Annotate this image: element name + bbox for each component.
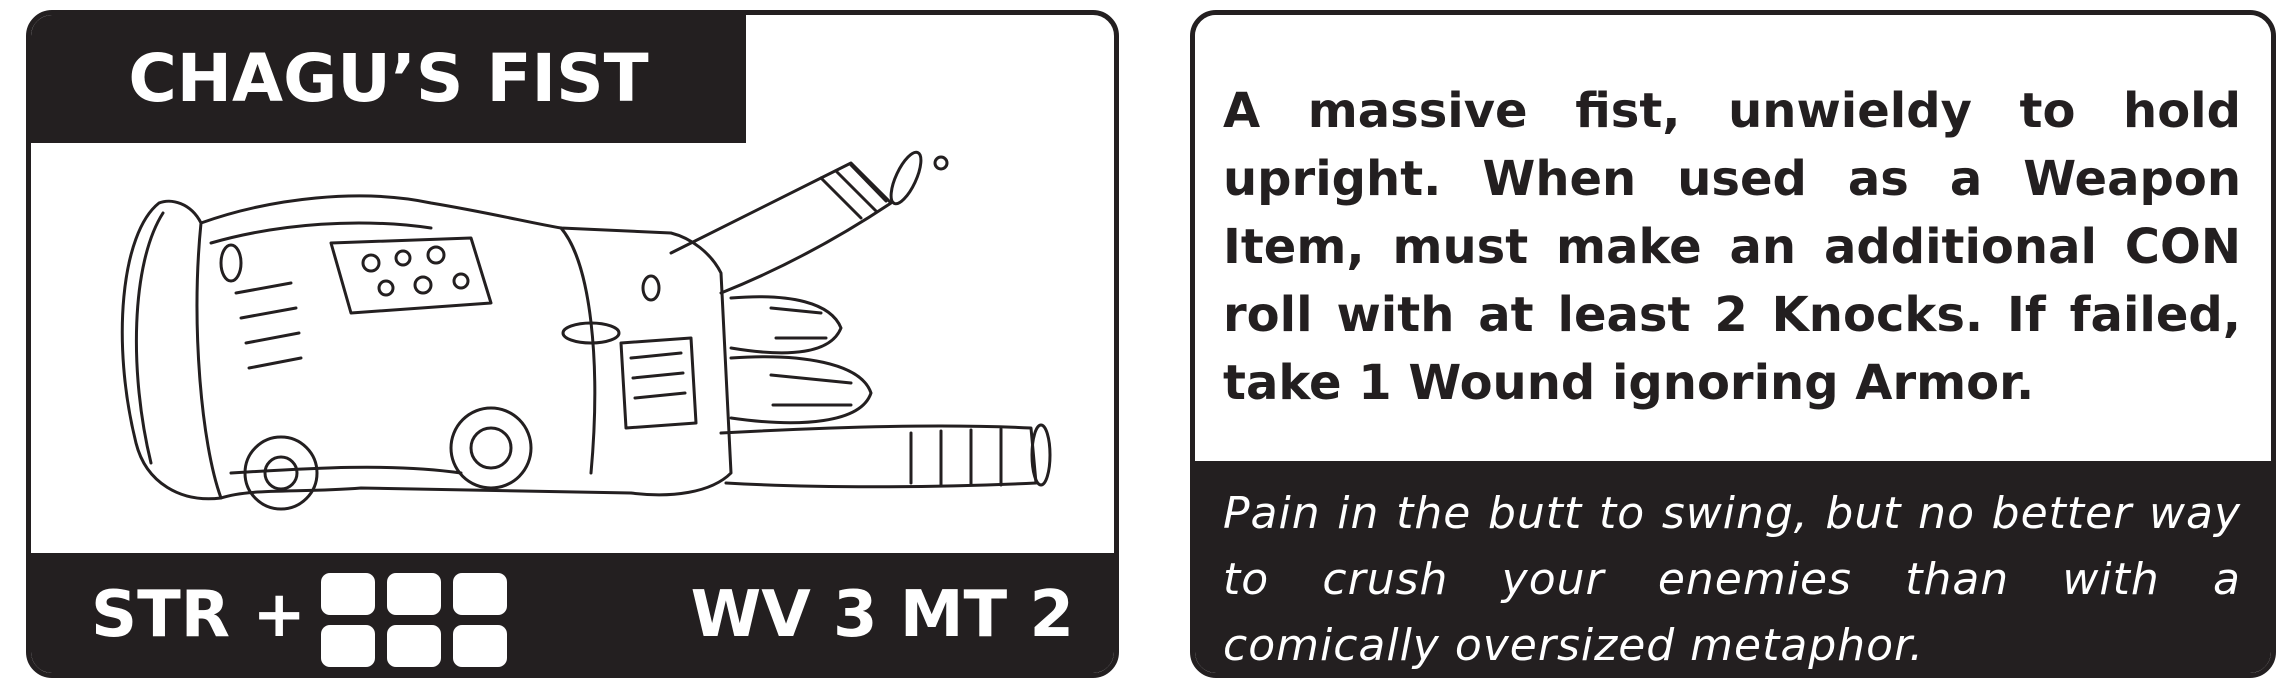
stat-values: WV 3 MT 2 <box>690 578 1074 652</box>
stat-pips <box>321 573 511 667</box>
card-title: CHAGU’S FIST <box>128 40 649 117</box>
flavor-panel: Pain in the butt to swing, but no better… <box>1195 461 2271 673</box>
item-description: A massive fist, unwieldy to hold upright… <box>1223 83 2241 411</box>
stat-pip <box>387 625 441 667</box>
stat-label: STR + <box>91 578 306 652</box>
title-bar: CHAGU’S FIST <box>31 15 746 143</box>
item-card-back: A massive fist, unwieldy to hold upright… <box>1190 10 2276 678</box>
flavor-text: Pain in the butt to swing, but no better… <box>1223 488 2241 671</box>
stat-pip <box>321 625 375 667</box>
stat-bar: STR + WV 3 MT 2 <box>31 553 1114 673</box>
gauntlet-fist-sketch-icon <box>120 150 1052 511</box>
stat-pip <box>321 573 375 615</box>
item-illustration <box>31 143 1114 553</box>
stat-pip <box>387 573 441 615</box>
stat-pip <box>453 573 507 615</box>
stat-pip <box>453 625 507 667</box>
item-card-front: CHAGU’S FIST STR + WV 3 MT 2 <box>26 10 1119 678</box>
description-panel: A massive fist, unwieldy to hold upright… <box>1195 15 2271 461</box>
